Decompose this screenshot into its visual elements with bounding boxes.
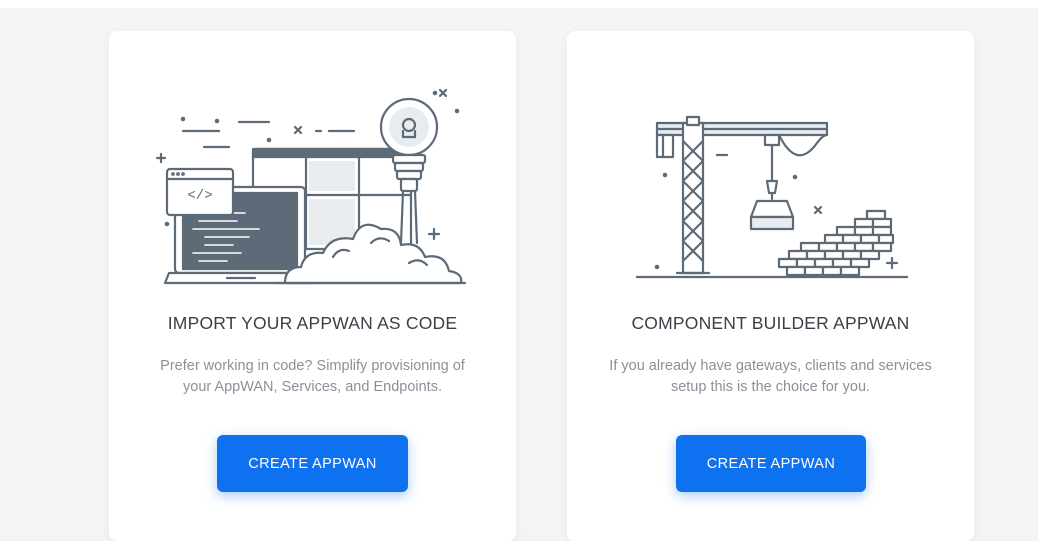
card-description: If you already have gateways, clients an… bbox=[609, 358, 932, 395]
card-description: Prefer working in code? Simplify provisi… bbox=[160, 358, 465, 395]
code-import-illustration-icon: </> bbox=[155, 88, 467, 285]
crane-builder-illustration-icon bbox=[635, 115, 909, 279]
component-builder-card: COMPONENT BUILDER APPWAN If you already … bbox=[567, 31, 974, 541]
code-tag-label: </> bbox=[187, 188, 212, 204]
card-title: IMPORT YOUR APPWAN AS CODE bbox=[167, 313, 458, 333]
card-title: COMPONENT BUILDER APPWAN bbox=[631, 313, 910, 333]
create-appwan-button[interactable]: CREATE APPWAN bbox=[676, 435, 866, 492]
import-appwan-card: </> IMPORT YOUR APPWAN AS CODE Prefer wo… bbox=[109, 31, 516, 541]
create-appwan-button[interactable]: CREATE APPWAN bbox=[217, 435, 408, 492]
top-bar bbox=[0, 0, 1038, 8]
